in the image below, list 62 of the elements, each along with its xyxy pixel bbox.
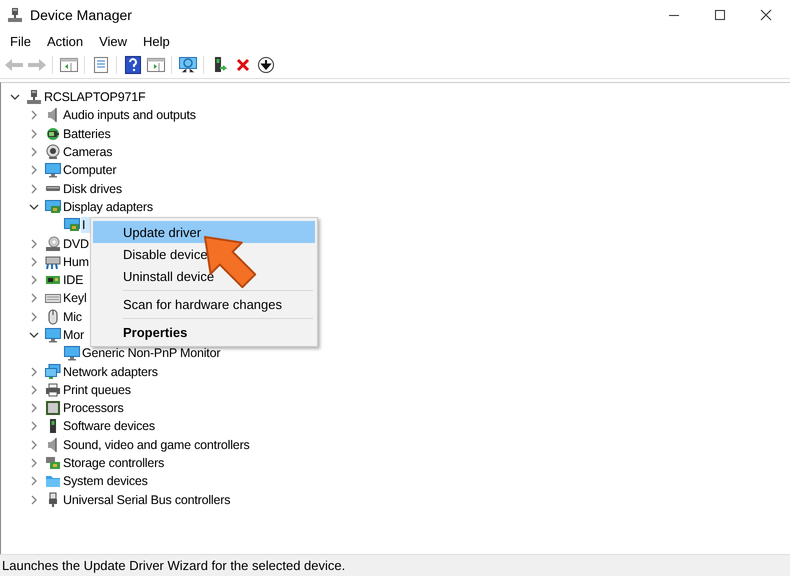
tree-item[interactable]: System devices (62, 473, 149, 490)
processor-icon (45, 400, 61, 416)
tree-item[interactable]: Sound, video and game controllers (62, 436, 251, 453)
menu-item[interactable]: Properties (93, 321, 315, 343)
folder-icon (45, 473, 61, 490)
battery-icon (45, 126, 61, 142)
tree-item[interactable]: DVD (62, 236, 90, 252)
tree-item[interactable]: Print queues (62, 382, 132, 398)
close-icon (760, 9, 772, 21)
cross-icon (236, 58, 250, 72)
tree-item[interactable]: Mic (62, 308, 83, 325)
back-arrow-icon (4, 57, 24, 73)
status-text: Launches the Update Driver Wizard for the selected device. (2, 558, 346, 573)
tree-item[interactable]: Batteries (62, 126, 112, 142)
menu-item[interactable]: Scan for hardware changes (93, 293, 315, 315)
tree-item[interactable]: Processors (62, 400, 125, 416)
window-title: Device Manager (30, 7, 132, 23)
menu-item[interactable]: Action (38, 34, 92, 48)
menu-item[interactable]: Disable device (93, 243, 315, 265)
input-device-icon (45, 254, 61, 270)
console-tree-icon (60, 57, 78, 73)
tree-item[interactable]: Disk drives (62, 180, 123, 197)
tree-item[interactable]: Display adapters (62, 198, 154, 215)
menu-item[interactable]: File (2, 34, 39, 48)
webcam-icon (45, 144, 61, 160)
properties-sheet-icon (92, 57, 108, 73)
menu-item[interactable]: View (91, 34, 136, 48)
tree-item[interactable]: IDE (62, 272, 84, 288)
menu-item[interactable]: Uninstall device (93, 265, 315, 287)
tree-item[interactable]: Keyl (62, 290, 88, 306)
network-computer-icon (26, 89, 42, 106)
dvd-drive-icon (45, 236, 61, 252)
menu-item[interactable]: Help (135, 34, 178, 48)
tree-item[interactable]: Cameras (62, 144, 114, 160)
disk-drive-icon (46, 186, 60, 191)
tree-item[interactable]: Universal Serial Bus controllers (62, 492, 232, 508)
display-adapter-icon (45, 198, 61, 215)
tree-item[interactable]: Audio inputs and outputs (62, 107, 197, 124)
action-pane-icon (146, 57, 164, 73)
tree-item[interactable]: Network adapters (62, 364, 159, 380)
maximize-icon (714, 9, 726, 21)
display-adapter-icon (64, 217, 80, 234)
tree-item[interactable]: RCSLAPTOP971F (43, 89, 146, 106)
forward-arrow-icon (26, 57, 46, 73)
scan-monitor-icon (178, 56, 198, 74)
download-icon (256, 56, 274, 74)
tree-item[interactable]: Mor (62, 327, 85, 343)
tree-item[interactable]: Computer (62, 162, 118, 178)
tree-item[interactable]: Software devices (62, 418, 156, 434)
minimize-icon (669, 14, 679, 16)
printer-icon (45, 382, 61, 398)
monitor-icon (45, 162, 61, 178)
network-adapter-icon (45, 364, 61, 380)
monitor-icon (45, 327, 61, 343)
tree-item[interactable]: Generic Non-PnP Monitor (81, 345, 222, 362)
tree-item[interactable]: Storage controllers (62, 455, 166, 472)
menu-item[interactable]: Update driver (93, 221, 315, 243)
tree-item[interactable]: Hum (62, 254, 90, 270)
monitor-icon (64, 345, 80, 362)
storage-controller-icon (45, 455, 61, 472)
network-computer-icon (7, 7, 23, 23)
help-icon (124, 56, 140, 74)
